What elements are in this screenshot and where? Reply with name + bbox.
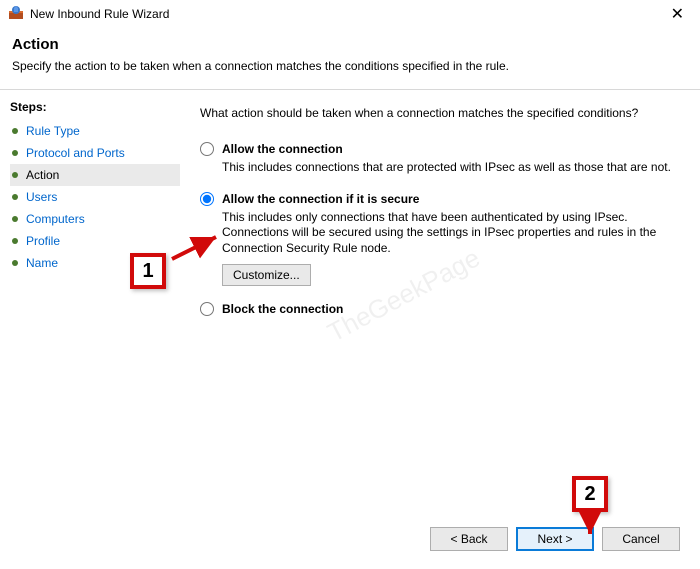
step-profile[interactable]: Profile (10, 230, 180, 252)
step-label: Rule Type (26, 124, 80, 138)
steps-sidebar: Steps: Rule Type Protocol and Ports Acti… (0, 90, 180, 524)
bullet-icon (12, 128, 18, 134)
step-label: Protocol and Ports (26, 146, 125, 160)
annotation-callout-1: 1 (130, 253, 166, 289)
bullet-icon (12, 216, 18, 222)
customize-button[interactable]: Customize... (222, 264, 311, 286)
step-computers[interactable]: Computers (10, 208, 180, 230)
close-icon[interactable]: ✕ (663, 2, 692, 26)
wizard-content: What action should be taken when a conne… (180, 90, 700, 524)
annotation-callout-2: 2 (572, 476, 608, 512)
next-button[interactable]: Next > (516, 527, 594, 551)
option-desc: This includes only connections that have… (222, 210, 680, 257)
page-subtitle: Specify the action to be taken when a co… (12, 59, 688, 73)
radio-block[interactable] (200, 302, 214, 316)
step-action[interactable]: Action (10, 164, 180, 186)
option-label[interactable]: Block the connection (222, 302, 343, 316)
step-label: Name (26, 256, 58, 270)
bullet-icon (12, 238, 18, 244)
wizard-footer: < Back Next > Cancel (430, 527, 680, 551)
step-label: Profile (26, 234, 60, 248)
bullet-icon (12, 172, 18, 178)
page-title: Action (12, 36, 688, 53)
radio-allow[interactable] (200, 142, 214, 156)
option-label[interactable]: Allow the connection (222, 142, 343, 156)
cancel-button[interactable]: Cancel (602, 527, 680, 551)
firewall-icon (8, 5, 24, 24)
step-protocol-ports[interactable]: Protocol and Ports (10, 142, 180, 164)
option-block: Block the connection (200, 302, 680, 316)
wizard-header: Action Specify the action to be taken wh… (0, 28, 700, 77)
step-label: Users (26, 190, 57, 204)
option-allow: Allow the connection This includes conne… (200, 142, 680, 176)
option-allow-secure: Allow the connection if it is secure Thi… (200, 192, 680, 287)
option-label[interactable]: Allow the connection if it is secure (222, 192, 419, 206)
option-desc: This includes connections that are prote… (222, 160, 680, 176)
step-label: Action (26, 168, 59, 182)
bullet-icon (12, 150, 18, 156)
step-label: Computers (26, 212, 85, 226)
step-users[interactable]: Users (10, 186, 180, 208)
question-text: What action should be taken when a conne… (200, 106, 680, 120)
step-rule-type[interactable]: Rule Type (10, 120, 180, 142)
bullet-icon (12, 194, 18, 200)
titlebar: New Inbound Rule Wizard ✕ (0, 0, 700, 28)
bullet-icon (12, 260, 18, 266)
radio-allow-secure[interactable] (200, 192, 214, 206)
window-title: New Inbound Rule Wizard (30, 7, 663, 21)
steps-heading: Steps: (10, 100, 180, 116)
back-button[interactable]: < Back (430, 527, 508, 551)
